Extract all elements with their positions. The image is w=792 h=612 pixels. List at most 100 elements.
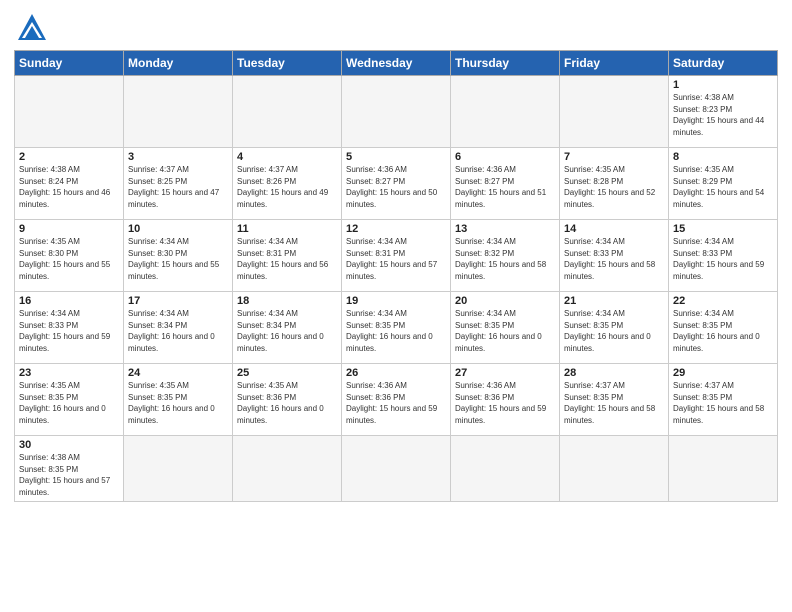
header	[14, 10, 778, 46]
day-number: 8	[673, 151, 773, 163]
calendar-cell	[124, 76, 233, 148]
calendar-cell	[342, 76, 451, 148]
calendar-cell: 9Sunrise: 4:35 AM Sunset: 8:30 PM Daylig…	[15, 220, 124, 292]
day-info: Sunrise: 4:38 AM Sunset: 8:35 PM Dayligh…	[19, 452, 119, 498]
calendar-week-row: 2Sunrise: 4:38 AM Sunset: 8:24 PM Daylig…	[15, 148, 778, 220]
day-info: Sunrise: 4:34 AM Sunset: 8:31 PM Dayligh…	[346, 236, 446, 282]
day-info: Sunrise: 4:35 AM Sunset: 8:36 PM Dayligh…	[237, 380, 337, 426]
calendar-cell: 18Sunrise: 4:34 AM Sunset: 8:34 PM Dayli…	[233, 292, 342, 364]
day-info: Sunrise: 4:35 AM Sunset: 8:30 PM Dayligh…	[19, 236, 119, 282]
calendar-cell	[233, 436, 342, 502]
day-number: 12	[346, 223, 446, 235]
day-info: Sunrise: 4:35 AM Sunset: 8:28 PM Dayligh…	[564, 164, 664, 210]
day-info: Sunrise: 4:34 AM Sunset: 8:30 PM Dayligh…	[128, 236, 228, 282]
calendar-cell	[451, 436, 560, 502]
day-number: 26	[346, 367, 446, 379]
day-info: Sunrise: 4:38 AM Sunset: 8:23 PM Dayligh…	[673, 92, 773, 138]
day-info: Sunrise: 4:35 AM Sunset: 8:35 PM Dayligh…	[128, 380, 228, 426]
day-number: 17	[128, 295, 228, 307]
calendar-cell	[451, 76, 560, 148]
calendar-cell: 22Sunrise: 4:34 AM Sunset: 8:35 PM Dayli…	[669, 292, 778, 364]
weekday-header-row: SundayMondayTuesdayWednesdayThursdayFrid…	[15, 51, 778, 76]
calendar-cell: 21Sunrise: 4:34 AM Sunset: 8:35 PM Dayli…	[560, 292, 669, 364]
day-info: Sunrise: 4:34 AM Sunset: 8:33 PM Dayligh…	[19, 308, 119, 354]
weekday-header-saturday: Saturday	[669, 51, 778, 76]
day-info: Sunrise: 4:34 AM Sunset: 8:35 PM Dayligh…	[455, 308, 555, 354]
calendar-cell	[560, 436, 669, 502]
day-info: Sunrise: 4:37 AM Sunset: 8:35 PM Dayligh…	[564, 380, 664, 426]
calendar-cell: 27Sunrise: 4:36 AM Sunset: 8:36 PM Dayli…	[451, 364, 560, 436]
day-number: 30	[19, 439, 119, 451]
day-number: 4	[237, 151, 337, 163]
calendar-cell: 30Sunrise: 4:38 AM Sunset: 8:35 PM Dayli…	[15, 436, 124, 502]
calendar-week-row: 9Sunrise: 4:35 AM Sunset: 8:30 PM Daylig…	[15, 220, 778, 292]
calendar-cell	[342, 436, 451, 502]
day-info: Sunrise: 4:34 AM Sunset: 8:31 PM Dayligh…	[237, 236, 337, 282]
day-number: 16	[19, 295, 119, 307]
calendar-cell: 12Sunrise: 4:34 AM Sunset: 8:31 PM Dayli…	[342, 220, 451, 292]
weekday-header-monday: Monday	[124, 51, 233, 76]
calendar-cell: 4Sunrise: 4:37 AM Sunset: 8:26 PM Daylig…	[233, 148, 342, 220]
day-number: 14	[564, 223, 664, 235]
day-number: 5	[346, 151, 446, 163]
calendar-cell: 28Sunrise: 4:37 AM Sunset: 8:35 PM Dayli…	[560, 364, 669, 436]
day-number: 10	[128, 223, 228, 235]
day-number: 11	[237, 223, 337, 235]
day-number: 7	[564, 151, 664, 163]
day-number: 22	[673, 295, 773, 307]
day-number: 23	[19, 367, 119, 379]
day-number: 19	[346, 295, 446, 307]
calendar-cell: 5Sunrise: 4:36 AM Sunset: 8:27 PM Daylig…	[342, 148, 451, 220]
calendar-cell: 17Sunrise: 4:34 AM Sunset: 8:34 PM Dayli…	[124, 292, 233, 364]
calendar-cell	[15, 76, 124, 148]
calendar-table: SundayMondayTuesdayWednesdayThursdayFrid…	[14, 50, 778, 502]
calendar-cell: 13Sunrise: 4:34 AM Sunset: 8:32 PM Dayli…	[451, 220, 560, 292]
calendar-cell: 25Sunrise: 4:35 AM Sunset: 8:36 PM Dayli…	[233, 364, 342, 436]
calendar-cell	[233, 76, 342, 148]
calendar-cell: 11Sunrise: 4:34 AM Sunset: 8:31 PM Dayli…	[233, 220, 342, 292]
calendar-cell: 2Sunrise: 4:38 AM Sunset: 8:24 PM Daylig…	[15, 148, 124, 220]
calendar-cell: 8Sunrise: 4:35 AM Sunset: 8:29 PM Daylig…	[669, 148, 778, 220]
day-number: 13	[455, 223, 555, 235]
weekday-header-tuesday: Tuesday	[233, 51, 342, 76]
day-info: Sunrise: 4:36 AM Sunset: 8:27 PM Dayligh…	[346, 164, 446, 210]
calendar-cell: 7Sunrise: 4:35 AM Sunset: 8:28 PM Daylig…	[560, 148, 669, 220]
calendar-cell: 15Sunrise: 4:34 AM Sunset: 8:33 PM Dayli…	[669, 220, 778, 292]
day-number: 28	[564, 367, 664, 379]
day-info: Sunrise: 4:37 AM Sunset: 8:35 PM Dayligh…	[673, 380, 773, 426]
day-info: Sunrise: 4:36 AM Sunset: 8:36 PM Dayligh…	[455, 380, 555, 426]
day-info: Sunrise: 4:35 AM Sunset: 8:29 PM Dayligh…	[673, 164, 773, 210]
day-info: Sunrise: 4:36 AM Sunset: 8:36 PM Dayligh…	[346, 380, 446, 426]
calendar-week-row: 16Sunrise: 4:34 AM Sunset: 8:33 PM Dayli…	[15, 292, 778, 364]
day-info: Sunrise: 4:34 AM Sunset: 8:33 PM Dayligh…	[564, 236, 664, 282]
calendar-cell: 23Sunrise: 4:35 AM Sunset: 8:35 PM Dayli…	[15, 364, 124, 436]
calendar-cell: 29Sunrise: 4:37 AM Sunset: 8:35 PM Dayli…	[669, 364, 778, 436]
calendar-cell: 26Sunrise: 4:36 AM Sunset: 8:36 PM Dayli…	[342, 364, 451, 436]
calendar-cell: 20Sunrise: 4:34 AM Sunset: 8:35 PM Dayli…	[451, 292, 560, 364]
day-info: Sunrise: 4:34 AM Sunset: 8:34 PM Dayligh…	[237, 308, 337, 354]
day-info: Sunrise: 4:34 AM Sunset: 8:32 PM Dayligh…	[455, 236, 555, 282]
calendar-cell: 14Sunrise: 4:34 AM Sunset: 8:33 PM Dayli…	[560, 220, 669, 292]
calendar-week-row: 30Sunrise: 4:38 AM Sunset: 8:35 PM Dayli…	[15, 436, 778, 502]
day-number: 2	[19, 151, 119, 163]
day-number: 24	[128, 367, 228, 379]
day-number: 21	[564, 295, 664, 307]
weekday-header-sunday: Sunday	[15, 51, 124, 76]
day-number: 29	[673, 367, 773, 379]
calendar-cell: 3Sunrise: 4:37 AM Sunset: 8:25 PM Daylig…	[124, 148, 233, 220]
day-info: Sunrise: 4:35 AM Sunset: 8:35 PM Dayligh…	[19, 380, 119, 426]
calendar-cell: 6Sunrise: 4:36 AM Sunset: 8:27 PM Daylig…	[451, 148, 560, 220]
calendar-cell	[124, 436, 233, 502]
day-number: 20	[455, 295, 555, 307]
day-info: Sunrise: 4:37 AM Sunset: 8:26 PM Dayligh…	[237, 164, 337, 210]
calendar-cell: 16Sunrise: 4:34 AM Sunset: 8:33 PM Dayli…	[15, 292, 124, 364]
day-number: 25	[237, 367, 337, 379]
weekday-header-thursday: Thursday	[451, 51, 560, 76]
day-number: 15	[673, 223, 773, 235]
day-info: Sunrise: 4:36 AM Sunset: 8:27 PM Dayligh…	[455, 164, 555, 210]
calendar-cell: 19Sunrise: 4:34 AM Sunset: 8:35 PM Dayli…	[342, 292, 451, 364]
day-number: 1	[673, 79, 773, 91]
day-number: 9	[19, 223, 119, 235]
calendar-cell: 10Sunrise: 4:34 AM Sunset: 8:30 PM Dayli…	[124, 220, 233, 292]
calendar-cell	[669, 436, 778, 502]
